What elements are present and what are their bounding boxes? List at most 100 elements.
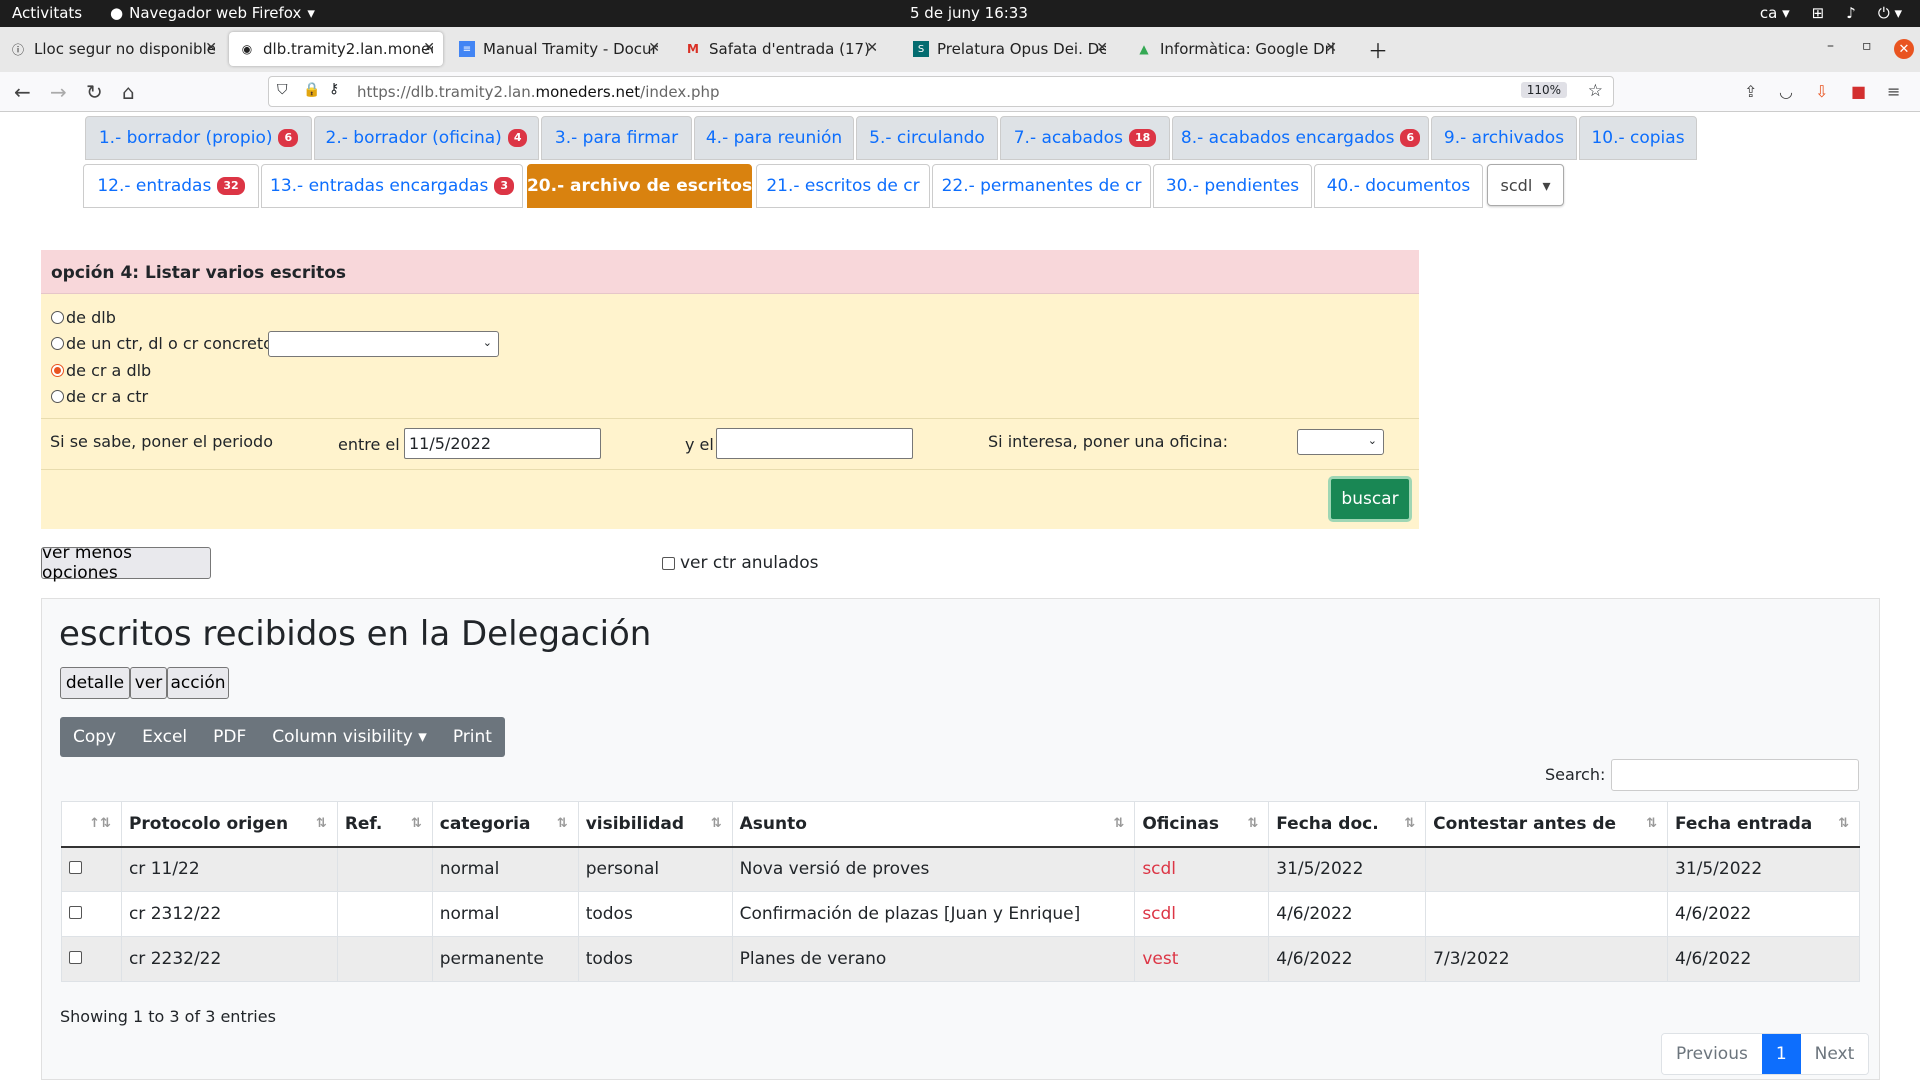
minimize-icon[interactable]: – <box>1827 38 1834 54</box>
close-icon[interactable]: ✕ <box>1325 40 1337 56</box>
to-date-input[interactable] <box>716 428 913 459</box>
tab-documentos[interactable]: 40.- documentos <box>1314 164 1483 208</box>
row-checkbox[interactable] <box>69 951 82 964</box>
radio-de-cr-a-dlb[interactable]: de cr a dlb <box>51 361 151 380</box>
close-icon[interactable]: ✕ <box>866 40 878 56</box>
tab-permanentes-de-cr[interactable]: 22.- permanentes de cr <box>932 164 1151 208</box>
table-row[interactable]: cr 2312/22 normal todos Confirmación de … <box>61 891 1860 937</box>
print-button[interactable]: Print <box>440 717 505 757</box>
power-icon[interactable]: ⏻ ▾ <box>1878 4 1902 22</box>
radio-button[interactable] <box>51 390 64 403</box>
radio-de-ctr-concreto[interactable]: de un ctr, dl o cr concreto <box>51 334 273 353</box>
network-icon[interactable]: ⊞ <box>1812 4 1825 22</box>
office-dropdown[interactable]: scdl ▾ <box>1487 164 1564 206</box>
window-close-button[interactable]: ✕ <box>1894 39 1914 59</box>
system-tray[interactable]: ca ▾ ⊞ ♪ ⏻ ▾ <box>1760 4 1902 22</box>
less-options-button[interactable]: ver menos opciones <box>41 543 211 583</box>
hamburger-menu-icon[interactable]: ≡ <box>1887 82 1900 101</box>
radio-button[interactable] <box>51 311 64 324</box>
tab-pendientes[interactable]: 30.- pendientes <box>1153 164 1312 208</box>
column-header[interactable]: categoria ⇅ <box>431 801 579 848</box>
row-select-cell[interactable] <box>61 891 122 937</box>
url-bar[interactable]: ⛉ 🔒 ⚷ https://dlb.tramity2.lan.moneders.… <box>268 76 1614 107</box>
close-icon[interactable]: ✕ <box>1096 40 1108 56</box>
table-row[interactable]: cr 2232/22 permanente todos Planes de ve… <box>61 936 1860 982</box>
radio-de-cr-a-ctr[interactable]: de cr a ctr <box>51 387 148 406</box>
volume-icon[interactable]: ♪ <box>1846 4 1856 22</box>
column-header[interactable]: Fecha entrada ⇅ <box>1667 801 1860 848</box>
tab-para-reunion[interactable]: 4.- para reunión <box>694 116 854 160</box>
clock[interactable]: 5 de juny 16:33 <box>910 4 1028 22</box>
activities-button[interactable]: Activitats <box>12 4 82 22</box>
pocket-save-icon[interactable]: ⇪ <box>1744 82 1757 101</box>
show-cancelled-toggle[interactable]: ver ctr anulados <box>662 553 818 573</box>
row-select-cell[interactable] <box>61 936 122 982</box>
forward-icon[interactable]: → <box>50 80 67 104</box>
tab-borrador-oficina[interactable]: 2.- borrador (oficina) 4 <box>314 116 539 160</box>
home-icon[interactable]: ⌂ <box>122 80 135 104</box>
column-header[interactable]: Protocolo origen ⇅ <box>120 801 338 848</box>
tab-entradas-encargadas[interactable]: 13.- entradas encargadas 3 <box>261 164 523 208</box>
pocket-icon[interactable]: ◡ <box>1779 82 1793 101</box>
download-icon[interactable]: ⇩ <box>1815 82 1828 101</box>
permissions-icon[interactable]: ⚷ <box>329 81 339 97</box>
checkbox[interactable] <box>662 556 675 570</box>
tab-para-firmar[interactable]: 3.- para firmar <box>541 116 692 160</box>
pdf-button[interactable]: PDF <box>200 717 259 757</box>
restore-icon[interactable]: ▫ <box>1862 38 1872 54</box>
app-menu[interactable]: ● Navegador web Firefox ▾ <box>110 4 315 22</box>
search-input[interactable] <box>1611 759 1859 791</box>
table-row[interactable]: cr 11/22 normal personal Nova versió de … <box>61 846 1860 892</box>
search-button[interactable]: buscar <box>1328 476 1412 522</box>
column-header[interactable]: Contestar antes de ⇅ <box>1425 801 1668 848</box>
new-tab-button[interactable]: ＋ <box>1358 32 1398 66</box>
shield-icon[interactable]: ⛉ <box>277 82 288 98</box>
language-indicator[interactable]: ca ▾ <box>1760 4 1790 22</box>
browser-tab-active[interactable]: ◉ dlb.tramity2.lan.moneders ✕ <box>229 32 443 66</box>
tab-acabados-encargados[interactable]: 8.- acabados encargados 6 <box>1172 116 1429 160</box>
accion-button[interactable]: acción <box>167 667 229 699</box>
tab-archivados[interactable]: 9.- archivados <box>1431 116 1577 160</box>
browser-tab[interactable]: S Prelatura Opus Dei. Dele ✕ <box>903 32 1116 66</box>
browser-tab[interactable]: ▲ Informàtica: Google Drive ✕ <box>1126 32 1345 66</box>
extension-icon[interactable]: ■ <box>1851 82 1866 101</box>
tab-borrador-propio[interactable]: 1.- borrador (propio) 6 <box>85 116 312 160</box>
column-header[interactable]: visibilidad ⇅ <box>577 801 733 848</box>
from-date-input[interactable]: 11/5/2022 <box>404 428 601 459</box>
browser-tab[interactable]: ⓘ Lloc segur no disponible ✕ <box>0 32 225 66</box>
column-visibility-button[interactable]: Column visibility ▾ <box>259 717 440 757</box>
lock-icon[interactable]: 🔒 <box>303 82 320 98</box>
next-page-button[interactable]: Next <box>1800 1034 1869 1074</box>
radio-button[interactable] <box>51 337 64 350</box>
previous-page-button[interactable]: Previous <box>1662 1034 1762 1074</box>
office-select[interactable]: ⌄ <box>1297 429 1384 455</box>
tab-copias[interactable]: 10.- copias <box>1579 116 1697 160</box>
tab-escritos-de-cr[interactable]: 21.- escritos de cr <box>756 164 930 208</box>
column-header[interactable]: Fecha doc. ⇅ <box>1268 801 1427 848</box>
excel-button[interactable]: Excel <box>129 717 200 757</box>
reload-icon[interactable]: ↻ <box>86 80 103 104</box>
tab-acabados[interactable]: 7.- acabados 18 <box>1000 116 1170 160</box>
ver-button[interactable]: ver <box>130 667 167 699</box>
browser-tab[interactable]: M Safata d'entrada (17) - jo ✕ <box>675 32 886 66</box>
row-select-cell[interactable] <box>61 846 122 892</box>
column-header[interactable]: Asunto ⇅ <box>731 801 1136 848</box>
close-icon[interactable]: ✕ <box>423 40 435 56</box>
close-icon[interactable]: ✕ <box>205 40 217 56</box>
tab-archivo-de-escritos[interactable]: 20.- archivo de escritos <box>527 164 752 208</box>
copy-button[interactable]: Copy <box>60 717 129 757</box>
bookmark-star-icon[interactable]: ☆ <box>1588 81 1603 101</box>
row-checkbox[interactable] <box>69 906 82 919</box>
close-icon[interactable]: ✕ <box>648 40 660 56</box>
tab-entradas[interactable]: 12.- entradas 32 <box>83 164 259 208</box>
browser-tab[interactable]: ≡ Manual Tramity - Docume ✕ <box>449 32 668 66</box>
zoom-indicator[interactable]: 110% <box>1520 82 1567 98</box>
tab-circulando[interactable]: 5.- circulando <box>856 116 998 160</box>
radio-button-checked[interactable] <box>51 364 64 377</box>
row-checkbox[interactable] <box>69 861 82 875</box>
column-header-select[interactable]: ↑⇅ <box>61 801 122 848</box>
column-header[interactable]: Ref. ⇅ <box>336 801 433 848</box>
column-header[interactable]: Oficinas ⇅ <box>1134 801 1270 848</box>
detalle-button[interactable]: detalle <box>60 667 130 699</box>
ctr-select[interactable]: ⌄ <box>268 331 499 357</box>
